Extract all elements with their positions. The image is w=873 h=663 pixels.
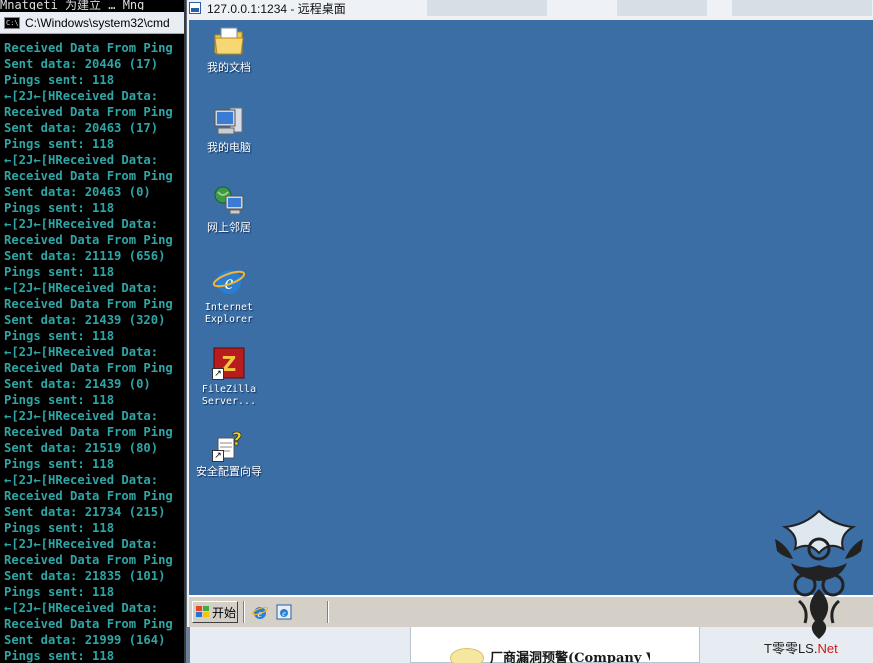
cmd-title: C:\Windows\system32\cmd	[25, 15, 170, 30]
cmd-output-line: Pings sent: 118	[4, 201, 115, 215]
start-label: 开始	[212, 605, 237, 620]
cmd-output-line: ←[2J←[HReceived Data:	[4, 281, 159, 295]
cmd-output-line: Sent data: 20463 (17)	[4, 121, 159, 135]
cmd-output-line: Received Data From Ping	[4, 425, 173, 439]
cmd-output-line: Received Data From Ping	[4, 361, 173, 375]
cmd-output-line: Received Data From Ping	[4, 169, 173, 183]
desktop-icon-my-documents[interactable]: 我的文档	[189, 24, 269, 74]
watermark-text-a: T零零	[764, 641, 798, 656]
cmd-output-line: Received Data From Ping	[4, 617, 173, 631]
filezilla-icon: Z ↗	[212, 346, 246, 380]
cmd-output-line: Sent data: 20463 (0)	[4, 185, 151, 199]
watermark-text-c: Net	[817, 641, 838, 656]
icon-label: 我的电脑	[207, 141, 251, 154]
cmd-clipped-text: Mnatgeti 为建立 … Mng	[0, 0, 145, 10]
host-tab-ghost	[732, 0, 872, 16]
cmd-output-line: Sent data: 21999 (164)	[4, 633, 166, 647]
quicklaunch-ie-icon[interactable]: e	[251, 603, 269, 621]
cmd-output-line: Sent data: 21835 (101)	[4, 569, 166, 583]
cmd-icon: C:\	[4, 16, 20, 29]
notice-title[interactable]: 厂商漏洞预警(Company V	[490, 647, 650, 663]
svg-text:?: ?	[232, 429, 242, 450]
cmd-output-line: ←[2J←[HReceived Data:	[4, 537, 159, 551]
cmd-output-line: ←[2J←[HReceived Data:	[4, 89, 159, 103]
cmd-output-line: Received Data From Ping	[4, 41, 173, 55]
svg-text:e: e	[282, 609, 286, 618]
cmd-output-line: Sent data: 20446 (17)	[4, 57, 159, 71]
cmd-output-line: Received Data From Ping	[4, 553, 173, 567]
taskbar-separator	[243, 601, 245, 623]
desktop-icon-network-places[interactable]: 网上邻居	[189, 184, 269, 234]
cmd-output-line: Received Data From Ping	[4, 105, 173, 119]
cmd-output-line: Pings sent: 118	[4, 73, 115, 87]
cmd-output-line: Received Data From Ping	[4, 297, 173, 311]
security-wizard-icon: ? ↗	[212, 428, 246, 462]
network-places-icon	[212, 184, 246, 218]
cmd-output-line: Received Data From Ping	[4, 233, 173, 247]
cmd-output-line: ←[2J←[HReceived Data:	[4, 153, 159, 167]
icon-label: Internet Explorer	[204, 302, 254, 325]
cmd-window[interactable]: Mnatgeti 为建立 … Mng C:\ C:\Windows\system…	[0, 0, 186, 663]
cmd-output-line: Sent data: 21439 (0)	[4, 377, 151, 391]
rdp-title: 127.0.0.1:1234 - 远程桌面	[207, 1, 346, 16]
shortcut-arrow-icon: ↗	[212, 368, 224, 380]
my-documents-icon	[212, 24, 246, 58]
host-tab-ghost	[427, 0, 547, 16]
cmd-output-line: Sent data: 21119 (656)	[4, 249, 166, 263]
my-computer-icon	[212, 104, 246, 138]
cmd-output-line: Pings sent: 118	[4, 585, 115, 599]
notice-bulb-icon	[450, 648, 484, 663]
desktop-icon-filezilla-server[interactable]: Z ↗ FileZilla Server...	[189, 346, 269, 408]
cmd-output-line: Sent data: 21519 (80)	[4, 441, 159, 455]
cmd-output-line: Pings sent: 118	[4, 329, 115, 343]
watermark-text: T零零LS.Net	[764, 638, 838, 657]
cmd-output-line: ←[2J←[HReceived Data:	[4, 345, 159, 359]
cmd-output-line: Pings sent: 118	[4, 265, 115, 279]
cmd-output-line: ←[2J←[HReceived Data:	[4, 601, 159, 615]
icon-label: 我的文档	[207, 61, 251, 74]
start-button[interactable]: 开始	[192, 601, 238, 623]
cmd-title-bar[interactable]: C:\ C:\Windows\system32\cmd	[0, 12, 184, 34]
cmd-output-line: ←[2J←[HReceived Data:	[4, 409, 159, 423]
desktop-icon-internet-explorer[interactable]: e Internet Explorer	[189, 264, 269, 326]
cmd-output-line: Pings sent: 118	[4, 521, 115, 535]
icon-label: 安全配置向导	[196, 465, 262, 478]
watermark-text-b: LS.	[797, 641, 818, 656]
icon-label: FileZilla Server...	[201, 384, 257, 407]
icon-label: 网上邻居	[207, 221, 251, 234]
cmd-output-line: Pings sent: 118	[4, 457, 115, 471]
desktop-icon-security-wizard[interactable]: ? ↗ 安全配置向导	[189, 428, 269, 478]
remote-desktop-icon	[189, 2, 201, 14]
windows-logo-icon	[196, 606, 210, 618]
cmd-output-line: Pings sent: 118	[4, 137, 115, 151]
cmd-output: Received Data From Ping Sent data: 20446 …	[4, 40, 184, 663]
quicklaunch-explorer-icon[interactable]: e	[275, 603, 293, 621]
cmd-output-line: ←[2J←[HReceived Data:	[4, 473, 159, 487]
cmd-output-line: Received Data From Ping	[4, 489, 173, 503]
shortcut-arrow-icon: ↗	[212, 450, 224, 462]
taskbar-separator	[327, 601, 329, 623]
internet-explorer-icon: e	[212, 264, 246, 298]
cmd-output-line: Sent data: 21439 (320)	[4, 313, 166, 327]
cmd-output-line: Sent data: 21734 (215)	[4, 505, 166, 519]
desktop-icon-my-computer[interactable]: 我的电脑	[189, 104, 269, 154]
host-tab-ghost	[617, 0, 707, 16]
cmd-output-line: ←[2J←[HReceived Data:	[4, 217, 159, 231]
cmd-output-line: Pings sent: 118	[4, 649, 115, 663]
cmd-output-line: Pings sent: 118	[4, 393, 115, 407]
